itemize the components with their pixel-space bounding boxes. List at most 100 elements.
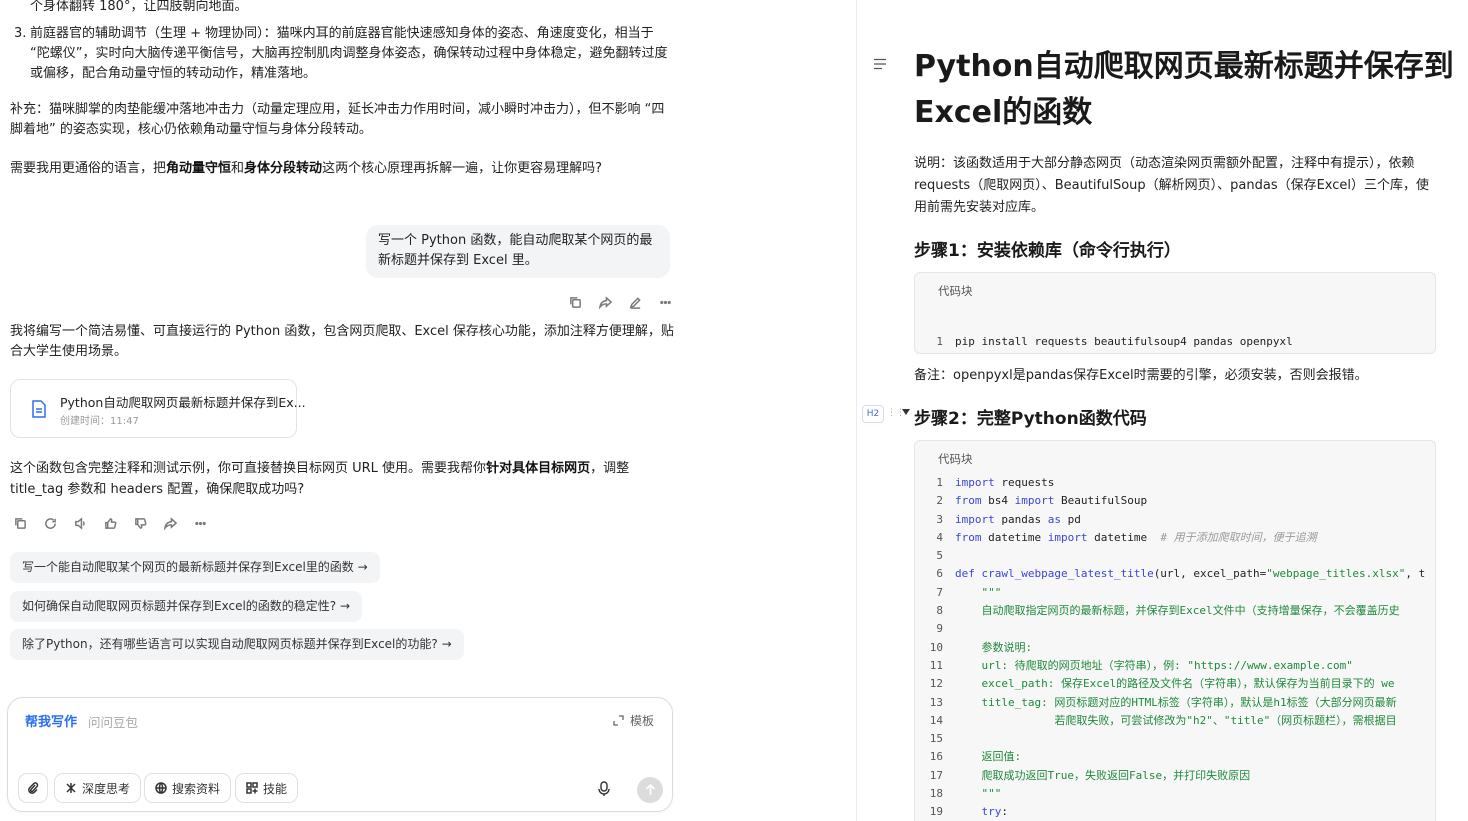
assistant-closing: 这个函数包含完整注释和测试示例，你可直接替换目标网页 URL 使用。需要我帮你针…: [10, 458, 675, 500]
code-text: from datetime import datetime # 用于添加爬取时间…: [955, 530, 1317, 544]
list-item-fragment: 个身体翻转 180°，让四肢朝向地面。: [30, 0, 248, 14]
heading-level-badge[interactable]: H2: [862, 405, 884, 423]
regenerate-icon[interactable]: [42, 515, 58, 531]
document-card-title: Python自动爬取网页最新标题并保存到Ex...: [60, 395, 306, 410]
list-item-number: 3.: [14, 26, 27, 41]
template-button[interactable]: 模板: [613, 712, 654, 729]
code-text: 若爬取失败，可尝试修改为"h2"、"title"（网页标题栏），需根据目: [955, 713, 1397, 727]
document-description: 说明：该函数适用于大部分静态网页（动态渲染网页需额外配置，注释中有提示），依赖r…: [914, 156, 1430, 215]
step1-heading: 步骤1：安装依赖库（命令行执行）: [914, 241, 1181, 261]
atom-icon: [66, 783, 76, 793]
code-line: 1 import requests: [936, 476, 1055, 489]
code-line: 9: [936, 622, 943, 636]
code-line: 11 url: 待爬取的网页地址（字符串），例: "https://www.ex…: [929, 658, 1353, 672]
message-input[interactable]: 问问豆包: [88, 712, 138, 731]
code-line: 15: [929, 732, 943, 746]
code-line: 19 try:: [929, 805, 1009, 819]
attach-button[interactable]: [18, 773, 48, 803]
thumbs-down-icon[interactable]: [132, 515, 148, 531]
outline-icon[interactable]: [873, 58, 887, 70]
install-code-block: 代码块 1 pip install requests beautifulsoup4…: [914, 272, 1436, 354]
writing-mode-tag[interactable]: 帮我写作: [25, 711, 77, 730]
document-card[interactable]: Python自动爬取网页最新标题并保存到Ex... 创建时间：11:47: [10, 379, 306, 438]
globe-icon: [155, 782, 167, 794]
code-text: try:: [981, 805, 1009, 819]
thumbs-up-icon[interactable]: [102, 515, 118, 531]
bold-term: 针对具体目标网页: [486, 461, 591, 476]
code-line: 5: [936, 549, 943, 563]
bold-term: 身体分段转动: [244, 161, 323, 176]
heading-level-text: H2: [866, 409, 880, 419]
deep-think-button[interactable]: 深度思考: [54, 773, 142, 803]
code-text: excel_path: 保存Excel的路径及文件名（字符串），默认保存为当前目…: [955, 677, 1395, 691]
code-line: 17 爬取成功返回True，失败返回False，并打印失败原因: [929, 768, 1251, 782]
assistant-message-actions: [12, 515, 208, 531]
suggestion-chip[interactable]: 如何确保自动爬取网页标题并保存到Excel的函数的稳定性? →: [10, 591, 363, 622]
suggestion-chip[interactable]: 除了Python，还有哪些语言可以实现自动爬取网页标题并保存到Excel的功能?…: [10, 629, 464, 660]
collapse-caret-icon[interactable]: [902, 409, 910, 415]
expand-icon: [613, 715, 624, 726]
share-icon[interactable]: [162, 515, 178, 531]
chat-pane: 个身体翻转 180°，让四肢朝向地面。 3. 前庭器官的辅助调节（生理 + 物理…: [0, 0, 856, 821]
code-block-label: 代码块: [938, 284, 973, 298]
speaker-icon[interactable]: [72, 515, 88, 531]
grid-icon: [246, 782, 258, 794]
text-run: 这个函数包含完整注释和测试示例，你可直接替换目标网页 URL 使用。需要我帮你: [10, 461, 487, 476]
install-remark: 备注：openpyxl是pandas保存Excel时需要的引擎，必须安装，否则会…: [914, 368, 1368, 383]
document-card-time: 创建时间：11:47: [60, 416, 139, 427]
code-text: 参数说明:: [955, 640, 1033, 654]
copy-icon[interactable]: [567, 294, 583, 310]
share-icon[interactable]: [597, 294, 613, 310]
supplement-paragraph: 补充：猫咪脚掌的肉垫能缓冲落地冲击力（动量定理应用，延长冲击力作用时间，减小瞬时…: [10, 102, 665, 137]
list-item-3: 3. 前庭器官的辅助调节（生理 + 物理协同）：猫咪内耳的前庭器官能快速感知身体…: [14, 24, 674, 84]
code-text: 爬取成功返回True，失败返回False，并打印失败原因: [955, 768, 1251, 782]
deep-think-label: 深度思考: [82, 781, 131, 796]
assistant-intro: 我将编写一个简洁易懂、可直接运行的 Python 函数，包含网页爬取、Excel…: [10, 324, 674, 359]
template-label: 模板: [629, 714, 654, 728]
code-line: 10 参数说明:: [929, 640, 1033, 654]
code-text: 自动爬取指定网页的最新标题，并保存到Excel文件中（支持增量保存，不会覆盖历史: [955, 604, 1400, 618]
message-composer[interactable]: 帮我写作 问问豆包 模板 深度思考 搜索资料 技能: [7, 697, 673, 812]
code-line: 14 若爬取失败，可尝试修改为"h2"、"title"（网页标题栏），需根据目: [929, 713, 1397, 727]
code-text: """: [955, 787, 1002, 801]
code-line: 2 from bs4 import BeautifulSoup: [936, 494, 1148, 508]
suggestion-chip[interactable]: 写一个能自动爬取某个网页的最新标题并保存到Excel里的函数 →: [10, 552, 380, 583]
code-text: title_tag: 网页标题对应的HTML标签（字符串），默认是h1标签（大部…: [955, 695, 1397, 709]
code-text: import pandas as pd: [955, 512, 1081, 526]
document-title: Python自动爬取网页最新标题并保存到Excel的函数: [914, 49, 1454, 130]
code-text: """: [955, 585, 1002, 599]
bold-term: 角动量守恒: [166, 161, 232, 176]
function-code-block: 代码块 1 import requests 2 from bs4 import Bea…: [914, 440, 1436, 821]
code-text: 返回值:: [955, 750, 1022, 764]
skills-label: 技能: [263, 781, 288, 796]
code-line: 6 def crawl_webpage_latest_title(url, exc…: [936, 567, 1426, 581]
list-item-text: 前庭器官的辅助调节（生理 + 物理协同）：猫咪内耳的前庭器官能快速感知身体的姿态…: [30, 26, 668, 81]
code-line: 1 pip install requests beautifulsoup4 pan…: [936, 335, 1293, 348]
code-line: 7 """: [936, 585, 1002, 599]
code-lines: 1 import requests 2 from bs4 import Beautif…: [915, 474, 1425, 821]
code-line: 12 excel_path: 保存Excel的路径及文件名（字符串），默认保存为…: [929, 677, 1395, 691]
search-button[interactable]: 搜索资料: [144, 773, 232, 803]
code-lines: 1 pip install requests beautifulsoup4 pan…: [915, 307, 1293, 353]
code-text: pip install requests beautifulsoup4 pand…: [955, 335, 1293, 348]
text-run: 和: [231, 161, 245, 176]
code-line: 4 from datetime import datetime # 用于添加爬取时…: [936, 530, 1317, 544]
code-block-label: 代码块: [938, 452, 973, 466]
code-text: import requests: [955, 476, 1055, 489]
code-text: url: 待爬取的网页地址（字符串），例: "https://www.examp…: [955, 658, 1353, 672]
code-text: def crawl_webpage_latest_title(url, exce…: [955, 567, 1426, 581]
followup-question: 需要我用更通俗的语言，把角动量守恒和身体分段转动这两个核心原理再拆解一遍，让你更…: [10, 159, 675, 179]
more-icon[interactable]: [657, 294, 673, 310]
step2-heading: 步骤2：完整Python函数代码: [914, 409, 1147, 429]
microphone-icon[interactable]: [597, 781, 611, 797]
send-button[interactable]: [637, 777, 663, 803]
arrow-up-icon: [645, 784, 655, 795]
copy-icon[interactable]: [12, 515, 28, 531]
edit-icon[interactable]: [627, 294, 643, 310]
code-text: from bs4 import BeautifulSoup: [955, 494, 1148, 508]
more-icon[interactable]: [192, 515, 208, 531]
paperclip-icon: [28, 782, 39, 794]
code-line: 16 返回值:: [929, 750, 1022, 764]
skills-button[interactable]: 技能: [235, 773, 299, 803]
text-run: 需要我用更通俗的语言，把: [10, 161, 167, 176]
